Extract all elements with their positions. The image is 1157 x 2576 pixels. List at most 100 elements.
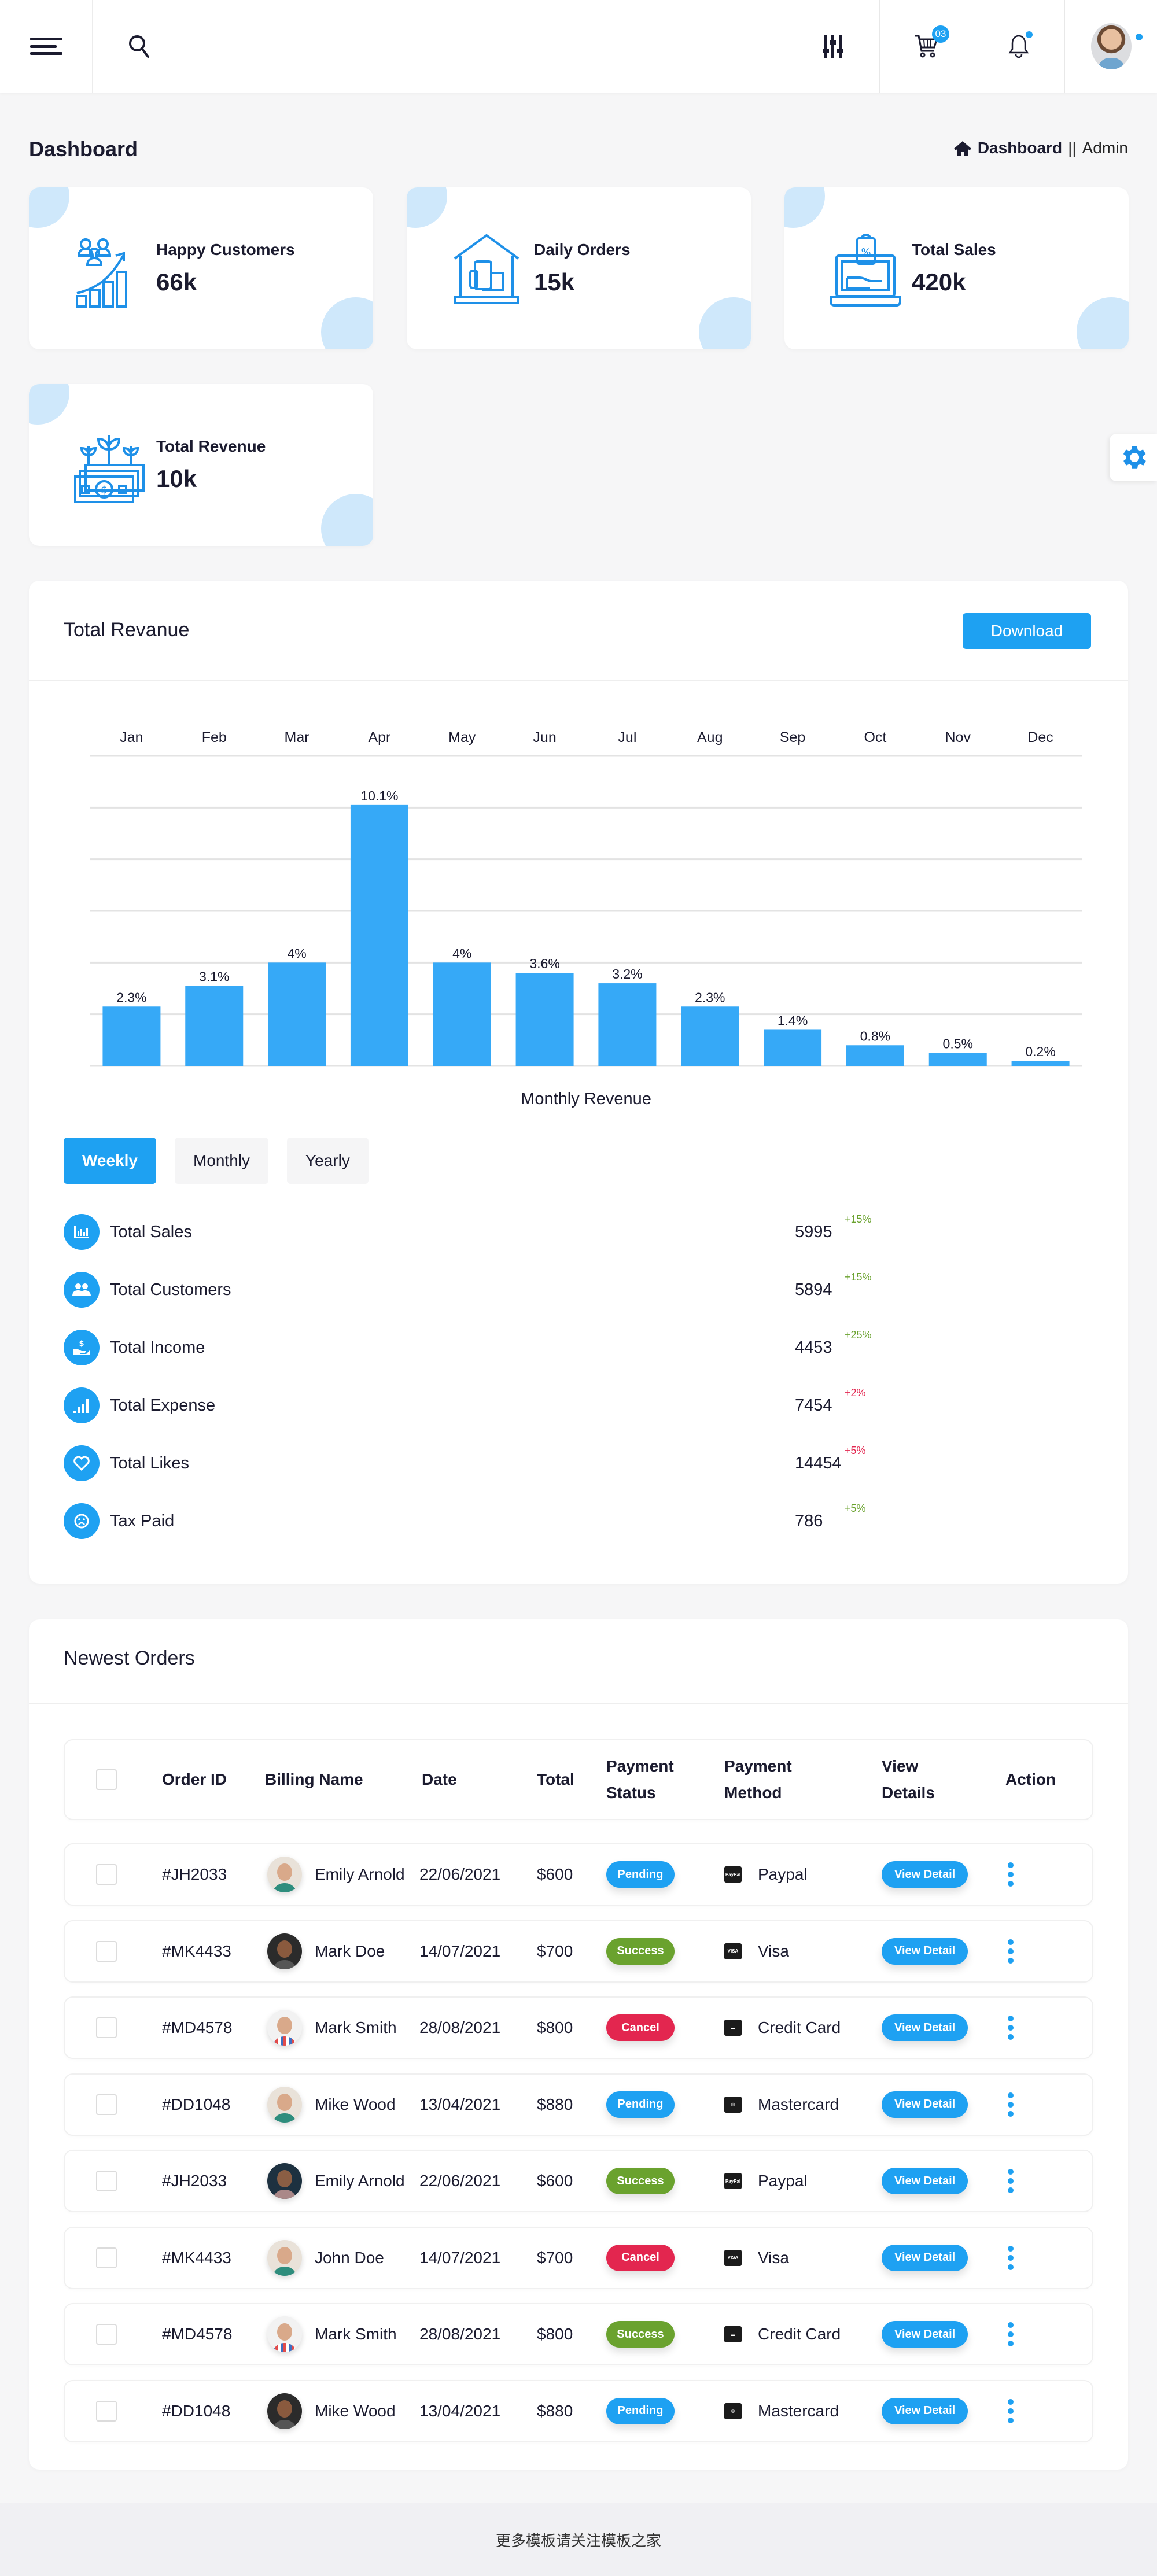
view-detail-button[interactable]: View Detail	[882, 2091, 968, 2118]
row-checkbox[interactable]	[96, 2017, 117, 2038]
orders-table-header: Order ID Billing Name Date Total Payment…	[64, 1739, 1093, 1820]
row-checkbox[interactable]	[96, 1864, 117, 1885]
stat-value: 420k	[912, 268, 966, 296]
bar-jun[interactable]	[515, 973, 574, 1066]
mastercard-icon: ◎	[724, 2096, 742, 2113]
payment-method: Paypal	[758, 2172, 808, 2190]
column-header-action[interactable]: Action	[1005, 1740, 1056, 1819]
payment-status-badge: Pending	[606, 2397, 675, 2424]
payment-method: Mastercard	[758, 2095, 839, 2113]
metric-label: Total Sales	[110, 1222, 192, 1241]
column-header-view-details[interactable]: View Details	[882, 1740, 939, 1819]
column-header-date[interactable]: Date	[422, 1740, 457, 1819]
view-detail-button[interactable]: View Detail	[882, 2397, 968, 2424]
select-all-checkbox[interactable]	[96, 1769, 117, 1790]
bar-apr[interactable]	[350, 804, 408, 1066]
bar-dec[interactable]	[1011, 1061, 1070, 1066]
bar-data-label: 3.1%	[199, 969, 229, 984]
view-detail-button[interactable]: View Detail	[882, 2014, 968, 2041]
settings-panel-toggle[interactable]	[1110, 434, 1157, 481]
billing-name: Mark Smith	[315, 2018, 397, 2036]
view-detail-button[interactable]: View Detail	[882, 2168, 968, 2194]
more-actions-icon[interactable]	[1002, 2169, 1019, 2193]
home-icon[interactable]	[953, 140, 972, 156]
more-actions-icon[interactable]	[1002, 2398, 1019, 2423]
payment-status-badge: Cancel	[606, 2014, 675, 2041]
bar-oct[interactable]	[846, 1045, 904, 1066]
row-checkbox[interactable]	[96, 2400, 117, 2422]
column-header-order-id[interactable]: Order ID	[162, 1740, 227, 1819]
more-actions-icon[interactable]	[1002, 1939, 1019, 1964]
bar-data-label: 4%	[287, 946, 306, 961]
bell-icon	[1008, 35, 1029, 58]
customer-avatar	[267, 2239, 302, 2276]
metric-change: +15%	[845, 1213, 872, 1225]
bar-aug[interactable]	[681, 1006, 739, 1066]
column-header-payment-method[interactable]: Payment Method	[724, 1740, 811, 1819]
bar-may[interactable]	[433, 962, 491, 1066]
row-checkbox[interactable]	[96, 1940, 117, 1962]
online-status-dot	[1136, 34, 1143, 40]
view-detail-button[interactable]: View Detail	[882, 1937, 968, 1965]
order-row: #JH2033 Emily Arnold 22/06/2021 $600 Pending…	[64, 1843, 1093, 1906]
tab-weekly[interactable]: Weekly	[64, 1138, 156, 1184]
order-date: 13/04/2021	[419, 2401, 501, 2420]
row-checkbox[interactable]	[96, 2094, 117, 2115]
bar-sep[interactable]	[764, 1029, 822, 1066]
view-detail-button[interactable]: View Detail	[882, 2321, 968, 2348]
metric-value: 4453	[795, 1338, 832, 1357]
cart-button[interactable]: 03	[879, 0, 972, 93]
row-checkbox[interactable]	[96, 2247, 117, 2268]
stat-card-happy-customers: Happy Customers 66k	[29, 187, 373, 349]
bar-nov[interactable]	[928, 1053, 987, 1066]
breadcrumb-home-link[interactable]: Dashboard	[978, 139, 1062, 157]
column-header-billing-name[interactable]: Billing Name	[265, 1740, 363, 1819]
more-actions-icon[interactable]	[1002, 2092, 1019, 2117]
hand-dollar-icon: $	[64, 1330, 100, 1365]
metric-change: +5%	[845, 1503, 866, 1514]
page-title: Dashboard	[29, 137, 138, 161]
row-checkbox[interactable]	[96, 2324, 117, 2345]
metric-row-total-customers: Total Customers 5894 +15%	[64, 1271, 931, 1308]
billing-name: Emily Arnold	[315, 2172, 405, 2190]
menu-toggle-button[interactable]	[0, 0, 93, 93]
filter-button[interactable]	[787, 0, 879, 93]
view-detail-button[interactable]: View Detail	[882, 1861, 968, 1888]
column-header-payment-status[interactable]: Payment Status	[606, 1740, 676, 1819]
metric-value: 14454	[795, 1453, 842, 1472]
order-total: $800	[537, 2018, 573, 2036]
tab-monthly[interactable]: Monthly	[175, 1138, 269, 1184]
payment-method: Credit Card	[758, 2325, 841, 2343]
order-id: #MK4433	[162, 1942, 231, 1960]
metric-row-total-likes: Total Likes 14454 +5%	[64, 1445, 931, 1482]
sad-face-icon	[64, 1503, 100, 1539]
metric-value: 5995	[795, 1222, 832, 1241]
notifications-button[interactable]	[972, 0, 1064, 93]
tab-yearly[interactable]: Yearly	[287, 1138, 369, 1184]
payment-status-badge: Pending	[606, 2091, 675, 2118]
user-menu-button[interactable]	[1064, 0, 1157, 93]
more-actions-icon[interactable]	[1002, 2016, 1019, 2040]
bar-feb[interactable]	[185, 986, 244, 1066]
more-actions-icon[interactable]	[1002, 1862, 1019, 1887]
search-button[interactable]	[93, 0, 185, 93]
more-actions-icon[interactable]	[1002, 2245, 1019, 2270]
bar-data-label: 0.8%	[860, 1028, 890, 1043]
row-checkbox[interactable]	[96, 2171, 117, 2191]
order-row: #MD4578 Mark Smith 28/08/2021 $800 Success ▬ C…	[64, 2303, 1093, 2365]
payment-method: Credit Card	[758, 2018, 841, 2036]
x-tick-label: May	[448, 729, 476, 746]
money-plant-icon: $	[74, 435, 145, 503]
more-actions-icon[interactable]	[1002, 2322, 1019, 2346]
bar-data-label: 3.6%	[529, 956, 559, 971]
bar-jul[interactable]	[598, 983, 657, 1066]
view-detail-button[interactable]: View Detail	[882, 2244, 968, 2271]
bar-mar[interactable]	[268, 962, 326, 1066]
metric-label: Total Customers	[110, 1280, 231, 1299]
svg-text:$: $	[79, 1339, 84, 1348]
column-header-total[interactable]: Total	[537, 1740, 574, 1819]
breadcrumb-current: Admin	[1082, 139, 1128, 157]
breadcrumb: Dashboard || Admin	[953, 139, 1128, 157]
breadcrumb-separator: ||	[1068, 139, 1077, 157]
bar-jan[interactable]	[102, 1006, 161, 1066]
